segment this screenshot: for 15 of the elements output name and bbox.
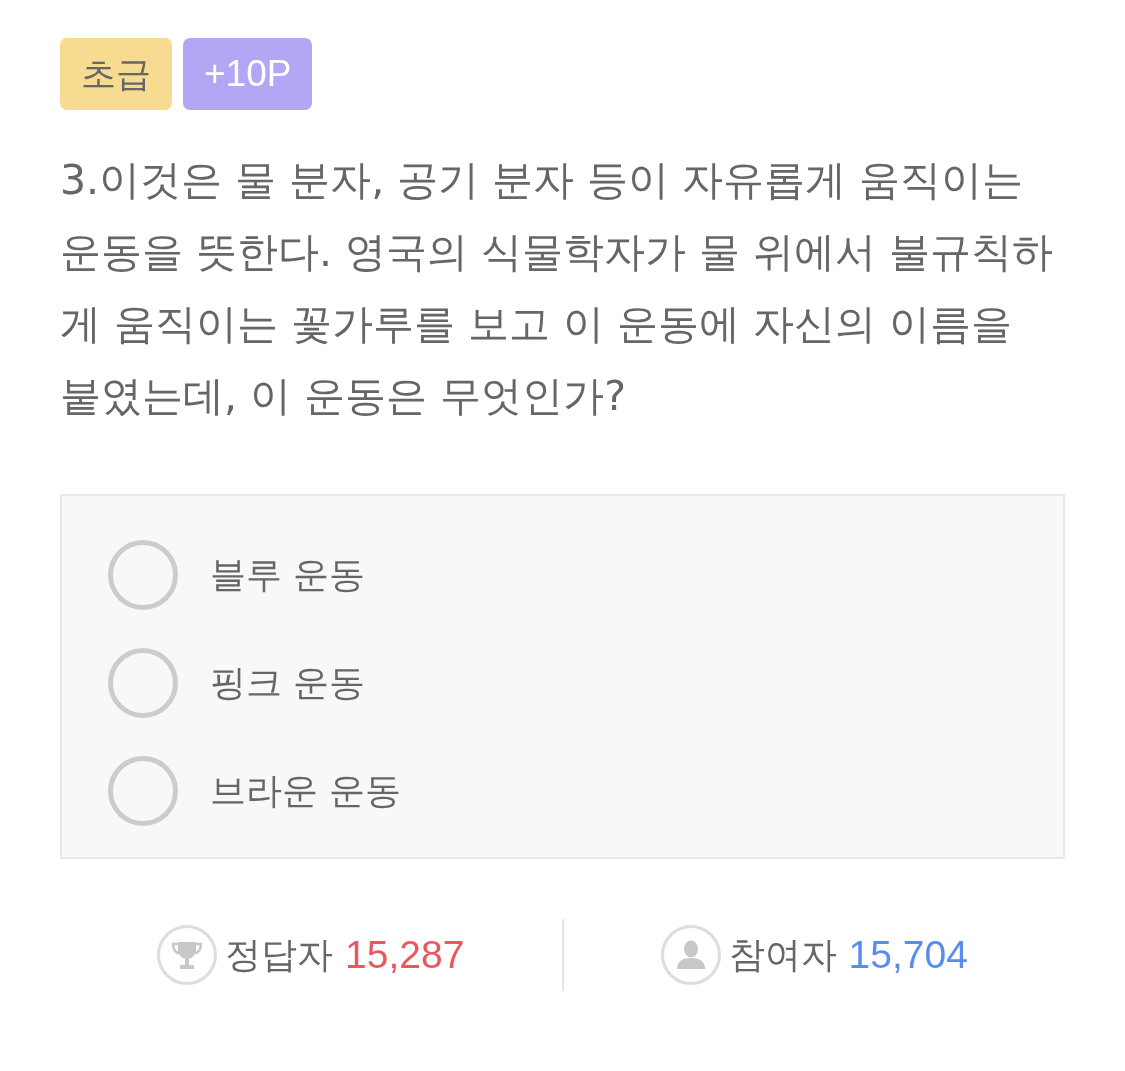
level-badge: 초급 xyxy=(60,38,172,110)
stat-label: 정답자 xyxy=(225,932,334,977)
radio-button[interactable] xyxy=(108,540,178,610)
option-label[interactable]: 핑크 운동 xyxy=(210,658,366,708)
stat-count: 15,704 xyxy=(848,933,968,977)
points-badge: +10P xyxy=(183,38,313,110)
radio-button[interactable] xyxy=(108,648,178,718)
stat-count: 15,287 xyxy=(345,933,465,977)
radio-button[interactable] xyxy=(108,756,178,826)
stat-label: 참여자 xyxy=(728,932,837,977)
option-label[interactable]: 브라운 운동 xyxy=(210,766,402,816)
person-icon xyxy=(660,925,721,985)
option-label[interactable]: 블루 운동 xyxy=(210,550,366,600)
question-text: 3.이것은 물 분자, 공기 분자 등이 자유롭게 움직이는 운동을 뜻한다. 영국의 식물학자가 물 위에서 불규칙하게 움직이는 꽃가루를 보고 이 운동에 자신의 이름을 붙였는데, 이 운동은 무엇인가? xyxy=(60,155,1055,422)
trophy-icon xyxy=(157,925,218,985)
